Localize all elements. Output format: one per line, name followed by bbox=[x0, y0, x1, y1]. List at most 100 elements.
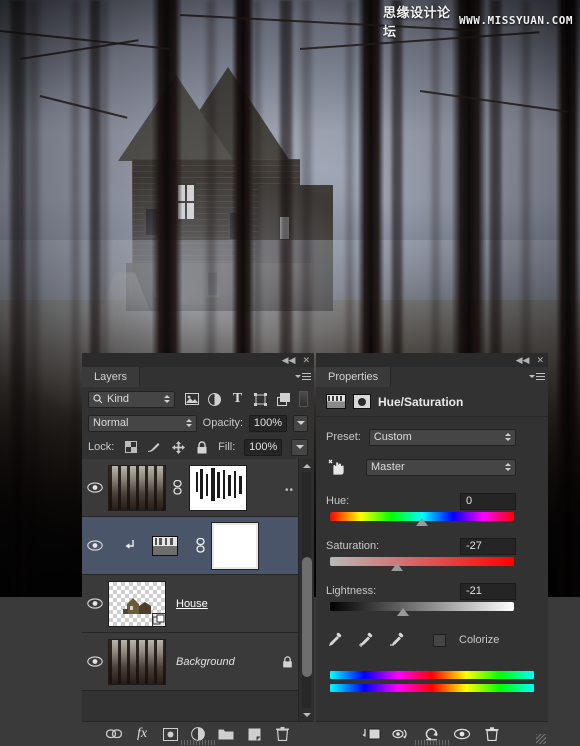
layer-visibility-toggle[interactable] bbox=[82, 598, 108, 609]
lightness-value-input[interactable]: -21 bbox=[460, 582, 516, 600]
layers-scrollbar[interactable] bbox=[298, 459, 314, 721]
lock-label: Lock: bbox=[88, 441, 115, 453]
hue-label: Hue: bbox=[326, 495, 350, 507]
layer-thumbnail[interactable] bbox=[108, 464, 166, 511]
hue-slider-knob[interactable] bbox=[416, 518, 428, 526]
layer-visibility-toggle[interactable] bbox=[82, 482, 108, 493]
layer-name[interactable]: House bbox=[166, 598, 298, 610]
adjustment-thumbnail[interactable] bbox=[152, 535, 178, 556]
preset-row: Preset: Custom bbox=[316, 426, 548, 448]
panel-menu-icon[interactable] bbox=[529, 371, 545, 382]
table-row[interactable]: House bbox=[82, 575, 298, 633]
shape-layer-icon[interactable] bbox=[253, 392, 268, 407]
on-image-adjust-icon[interactable] bbox=[326, 456, 348, 478]
type-layer-icon[interactable]: T bbox=[230, 391, 245, 407]
adjustment-layer-icon[interactable] bbox=[207, 392, 222, 407]
eye-icon bbox=[87, 540, 103, 551]
lock-position-icon[interactable] bbox=[171, 440, 186, 455]
layers-panel-titlebar[interactable]: ◀◀ ✕ bbox=[82, 353, 314, 367]
watermark-url-text: WWW.MISSYUAN.COM bbox=[459, 14, 573, 27]
lightness-slider-knob[interactable] bbox=[396, 608, 409, 616]
mask-thumbnail-icon[interactable] bbox=[353, 394, 371, 409]
table-row[interactable] bbox=[82, 517, 298, 575]
layer-visibility-toggle[interactable] bbox=[82, 656, 108, 667]
lock-image-icon[interactable] bbox=[147, 440, 162, 455]
link-icon[interactable] bbox=[171, 480, 184, 495]
saturation-row: Saturation: -27 bbox=[316, 535, 548, 557]
layer-mask-thumbnail[interactable] bbox=[211, 521, 259, 570]
link-icon[interactable] bbox=[194, 538, 207, 553]
colorize-label: Colorize bbox=[459, 634, 500, 646]
layer-thumbnail[interactable] bbox=[108, 638, 166, 685]
pixel-layer-icon[interactable] bbox=[184, 392, 199, 407]
lock-transparency-icon[interactable] bbox=[123, 440, 138, 455]
panel-resize-grip[interactable] bbox=[316, 739, 548, 746]
hue-slider[interactable] bbox=[330, 512, 514, 526]
search-icon bbox=[93, 394, 103, 404]
lightness-label: Lightness: bbox=[326, 585, 377, 597]
opacity-label: Opacity: bbox=[202, 417, 244, 429]
preset-label: Preset: bbox=[326, 431, 361, 443]
fill-label: Fill: bbox=[218, 441, 236, 453]
eyedropper-icon[interactable] bbox=[326, 632, 344, 648]
hue-value-input[interactable]: 0 bbox=[460, 492, 516, 510]
collapse-icon[interactable]: ◀◀ bbox=[282, 355, 296, 365]
layer-thumbnail[interactable] bbox=[108, 580, 166, 627]
layer-filter-row: Kind T bbox=[82, 387, 314, 411]
preset-select[interactable]: Custom bbox=[368, 428, 516, 446]
lock-all-icon bbox=[276, 655, 298, 668]
eyedropper-row: Colorize bbox=[316, 629, 548, 651]
channel-select[interactable]: Master bbox=[366, 458, 516, 476]
table-row[interactable]: Background bbox=[82, 633, 298, 691]
filter-kind-select[interactable]: Kind bbox=[88, 390, 175, 408]
filter-toggle-icon[interactable] bbox=[299, 391, 308, 407]
lock-row: Lock: Fill: 100% bbox=[82, 435, 314, 459]
watermark: 思缘设计论坛 WWW.MISSYUAN.COM bbox=[383, 5, 573, 39]
smart-object-icon[interactable] bbox=[276, 392, 291, 407]
hue-saturation-icon[interactable] bbox=[326, 394, 346, 409]
spectrum-bar-output[interactable] bbox=[330, 684, 534, 692]
colorize-checkbox[interactable] bbox=[433, 633, 446, 647]
close-icon[interactable]: ✕ bbox=[302, 355, 310, 365]
layer-visibility-toggle[interactable] bbox=[82, 540, 108, 551]
blend-mode-select[interactable]: Normal bbox=[88, 414, 197, 432]
fill-dropdown-icon[interactable] bbox=[291, 438, 308, 456]
saturation-slider-knob[interactable] bbox=[391, 563, 404, 571]
watermark-chinese-text: 思缘设计论坛 bbox=[383, 4, 451, 39]
scroll-down-arrow-icon[interactable] bbox=[299, 708, 314, 721]
panel-resize-grip[interactable] bbox=[82, 739, 314, 746]
layers-list: •• House Background bbox=[82, 459, 298, 691]
eyedropper-subtract-icon[interactable] bbox=[388, 632, 406, 648]
close-icon[interactable]: ✕ bbox=[536, 355, 544, 365]
properties-panel-body: Hue/Saturation Preset: Custom Master Hue… bbox=[316, 387, 548, 746]
preset-value: Custom bbox=[373, 431, 412, 443]
lightness-row: Lightness: -21 bbox=[316, 580, 548, 602]
filter-kind-label: Kind bbox=[107, 393, 130, 405]
tab-properties[interactable]: Properties bbox=[316, 367, 392, 387]
saturation-slider[interactable] bbox=[330, 557, 514, 571]
panel-menu-icon[interactable] bbox=[295, 371, 311, 382]
table-row[interactable]: •• bbox=[82, 459, 298, 517]
layer-overflow-indicator[interactable]: •• bbox=[285, 485, 294, 496]
scrollbar-thumb[interactable] bbox=[302, 557, 312, 677]
layers-list-viewport: •• House Background bbox=[82, 459, 314, 721]
blend-mode-row: Normal Opacity: 100% bbox=[82, 411, 314, 435]
saturation-value-input[interactable]: -27 bbox=[460, 537, 516, 555]
opacity-dropdown-icon[interactable] bbox=[293, 414, 308, 432]
layer-mask-thumbnail[interactable] bbox=[189, 464, 247, 511]
spectrum-bar-input bbox=[330, 671, 534, 679]
layer-name[interactable]: Background bbox=[166, 656, 276, 668]
lock-all-icon[interactable] bbox=[194, 440, 209, 455]
saturation-label: Saturation: bbox=[326, 540, 380, 552]
fill-input[interactable]: 100% bbox=[244, 438, 283, 456]
clipping-mask-arrow-icon bbox=[108, 539, 152, 552]
properties-panel-titlebar[interactable]: ◀◀ ✕ bbox=[316, 353, 548, 367]
eyedropper-add-icon[interactable] bbox=[357, 632, 375, 648]
opacity-input[interactable]: 100% bbox=[249, 414, 288, 432]
lightness-slider[interactable] bbox=[330, 602, 514, 616]
properties-panel: ◀◀ ✕ Properties Hue/Saturation Preset: C… bbox=[316, 353, 548, 746]
scroll-up-arrow-icon[interactable] bbox=[299, 459, 314, 472]
layers-panel-body: Kind T Normal Opacity: 100% Lock: Fill: … bbox=[82, 387, 314, 746]
collapse-icon[interactable]: ◀◀ bbox=[516, 355, 530, 365]
tab-layers[interactable]: Layers bbox=[82, 367, 141, 387]
